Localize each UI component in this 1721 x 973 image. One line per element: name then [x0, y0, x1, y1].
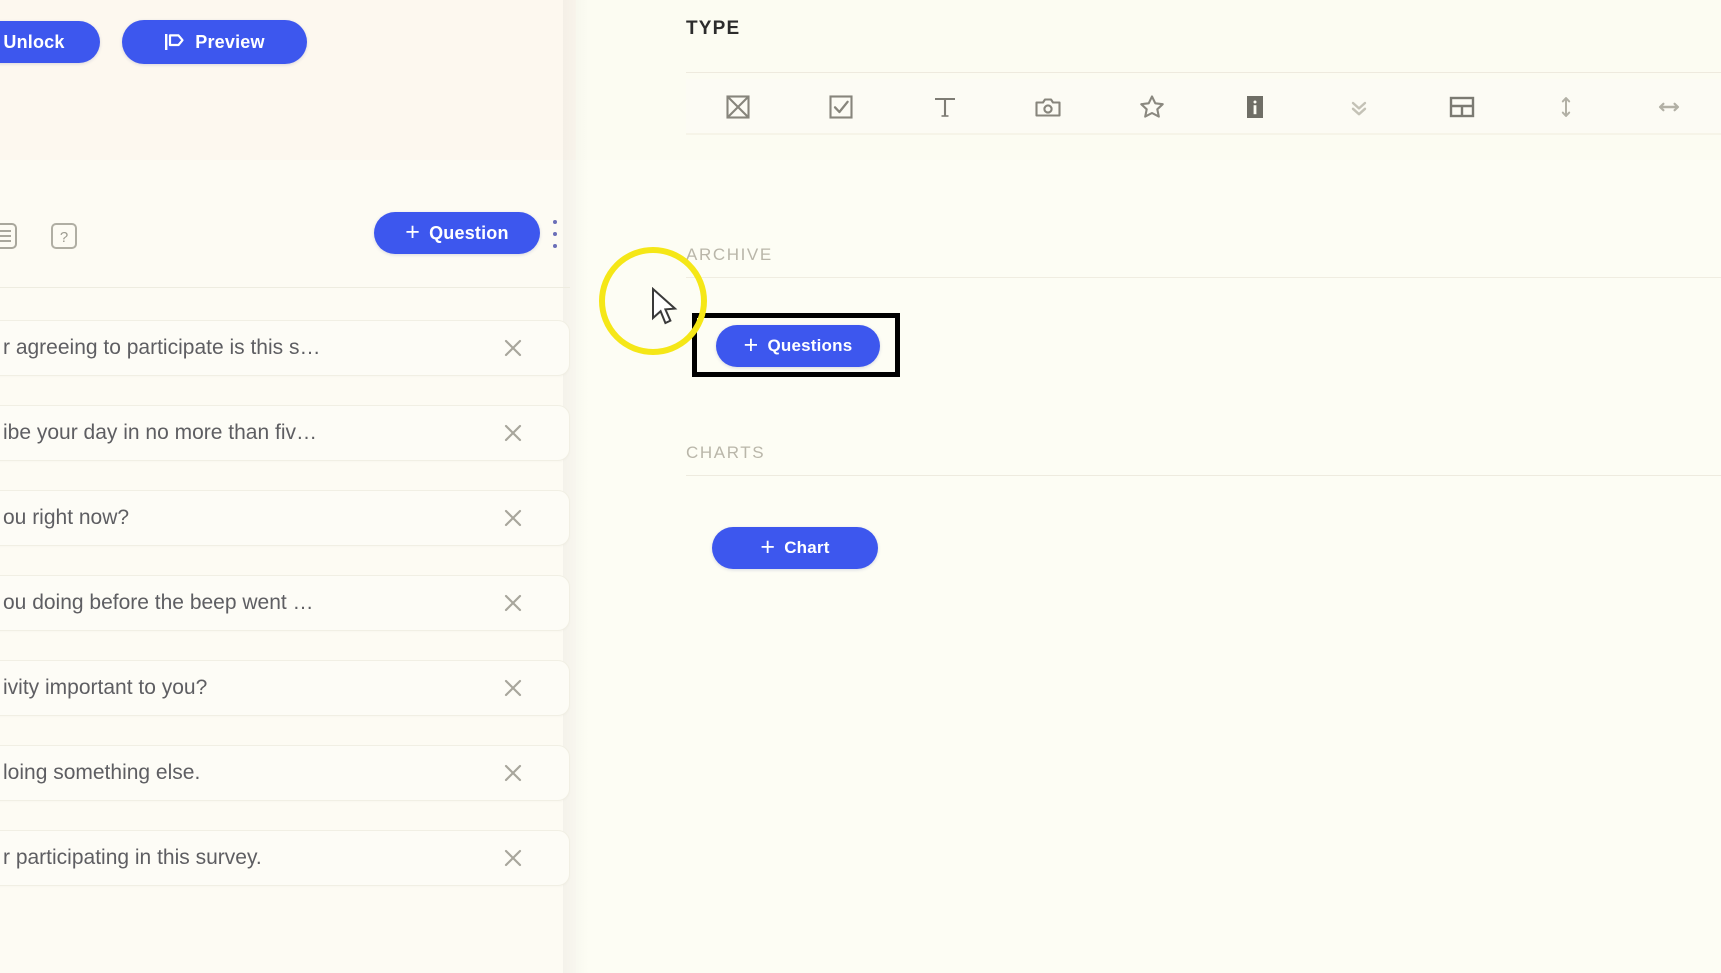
svg-text:?: ? — [60, 229, 68, 246]
question-mark-box-icon[interactable]: ? — [50, 222, 78, 250]
add-questions-button-label: Questions — [767, 336, 853, 355]
add-chart-button[interactable]: + Chart — [712, 527, 878, 569]
type-section-title: TYPE — [686, 18, 741, 39]
charts-section-label: CHARTS — [686, 443, 766, 462]
question-row-text: r participating in this survey. — [3, 846, 262, 869]
close-icon[interactable] — [501, 591, 525, 615]
question-row[interactable]: r agreeing to participate is this s… — [0, 320, 570, 376]
plus-icon: + — [405, 217, 421, 246]
left-panel-header-divider — [0, 287, 570, 288]
close-icon[interactable] — [501, 676, 525, 700]
archive-divider — [686, 277, 1721, 278]
preview-button[interactable]: Preview — [122, 20, 307, 64]
close-icon[interactable] — [501, 761, 525, 785]
list-lines-icon[interactable] — [0, 220, 26, 252]
close-icon[interactable] — [501, 506, 525, 530]
text-icon[interactable] — [893, 79, 997, 135]
horizontal-slider-icon[interactable] — [1618, 79, 1721, 135]
question-row[interactable]: loing something else. — [0, 745, 570, 801]
question-row[interactable]: ou right now? — [0, 490, 570, 546]
info-icon[interactable] — [1204, 79, 1308, 135]
unlock-button-label: Unlock — [3, 31, 65, 52]
question-row-text: loing something else. — [3, 761, 201, 784]
plus-icon: + — [760, 532, 776, 561]
app-screen: Unlock Preview TYPE ? + Question r agree… — [0, 0, 1721, 973]
question-row[interactable]: ibe your day in no more than fiv… — [0, 405, 570, 461]
question-list: r agreeing to participate is this s… ibe … — [0, 320, 570, 915]
add-chart-button-label: Chart — [784, 538, 830, 557]
preview-button-label: Preview — [195, 31, 265, 52]
type-divider — [686, 72, 1721, 73]
question-row[interactable]: r participating in this survey. — [0, 830, 570, 886]
star-icon[interactable] — [1100, 79, 1204, 135]
question-row-text: ou right now? — [3, 506, 130, 529]
question-row[interactable]: ivity important to you? — [0, 660, 570, 716]
close-icon[interactable] — [501, 846, 525, 870]
add-questions-button[interactable]: + Questions — [716, 325, 880, 367]
plus-icon: + — [743, 330, 759, 359]
grid-layout-icon[interactable] — [1411, 79, 1515, 135]
question-row-text: ivity important to you? — [3, 676, 208, 699]
multi-select-icon[interactable] — [686, 79, 790, 135]
close-icon[interactable] — [501, 336, 525, 360]
add-question-button-label: Question — [429, 222, 509, 243]
chevron-double-down-icon[interactable] — [1307, 79, 1411, 135]
camera-icon[interactable] — [997, 79, 1101, 135]
toolbar-bottom-edge — [686, 133, 1721, 135]
archive-section-label: ARCHIVE — [686, 245, 773, 264]
add-question-button[interactable]: + Question — [374, 212, 540, 254]
question-row[interactable]: ou doing before the beep went … — [0, 575, 570, 631]
preview-flag-icon — [164, 33, 186, 51]
checkbox-icon[interactable] — [790, 79, 894, 135]
more-vertical-icon[interactable] — [547, 216, 563, 252]
vertical-slider-icon[interactable] — [1514, 79, 1618, 135]
question-row-text: r agreeing to participate is this s… — [3, 336, 321, 359]
close-icon[interactable] — [501, 421, 525, 445]
type-toolbar — [686, 79, 1721, 135]
question-row-text: ou doing before the beep went … — [3, 591, 314, 614]
unlock-button[interactable]: Unlock — [0, 21, 100, 63]
question-row-text: ibe your day in no more than fiv… — [3, 421, 317, 444]
charts-divider — [686, 475, 1721, 476]
